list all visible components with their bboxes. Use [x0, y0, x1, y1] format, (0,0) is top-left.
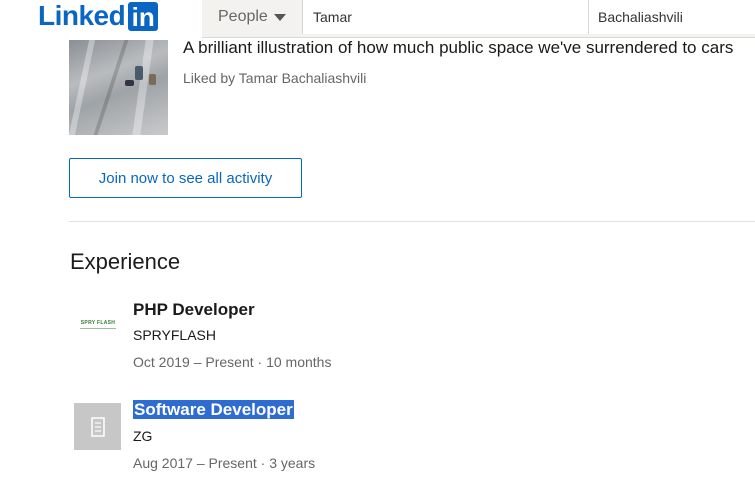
experience-company: ZG — [133, 428, 153, 444]
caret-down-icon — [273, 13, 286, 21]
post-thumbnail-image[interactable] — [69, 40, 168, 135]
logo-in-mark: in — [128, 1, 159, 31]
experience-title[interactable]: PHP Developer — [133, 300, 255, 320]
spryflash-logo-text: SPRY FLASH — [80, 319, 116, 326]
selected-text: Software Developer — [133, 400, 294, 419]
search-scope-label: People — [218, 8, 268, 25]
experience-company: SPRYFLASH — [133, 327, 216, 343]
first-name-input[interactable] — [302, 0, 588, 34]
experience-dates: Oct 2019 – Present · 10 months — [133, 354, 332, 370]
join-now-button[interactable]: Join now to see all activity — [69, 158, 302, 198]
spryflash-logo[interactable]: SPRY FLASH — [76, 310, 120, 338]
logo-area: Linked in — [0, 0, 202, 38]
search-scope-dropdown[interactable]: People — [202, 0, 302, 34]
company-placeholder-logo — [74, 403, 121, 450]
post-liked-by: Liked by Tamar Bachaliashvili — [183, 70, 367, 86]
experience-dates: Aug 2017 – Present · 3 years — [133, 455, 316, 471]
top-header: Linked in People — [0, 0, 755, 38]
experience-heading: Experience — [70, 249, 181, 274]
profile-content: A brilliant illustration of how much pub… — [0, 0, 755, 492]
linkedin-logo[interactable]: Linked in — [38, 0, 159, 32]
building-icon — [90, 416, 105, 437]
last-name-input[interactable] — [588, 0, 755, 34]
logo-wordmark: Linked — [38, 0, 126, 31]
section-divider — [69, 221, 755, 222]
post-title-link[interactable]: A brilliant illustration of how much pub… — [183, 38, 755, 58]
experience-title-selected[interactable]: Software Developer — [133, 400, 294, 420]
